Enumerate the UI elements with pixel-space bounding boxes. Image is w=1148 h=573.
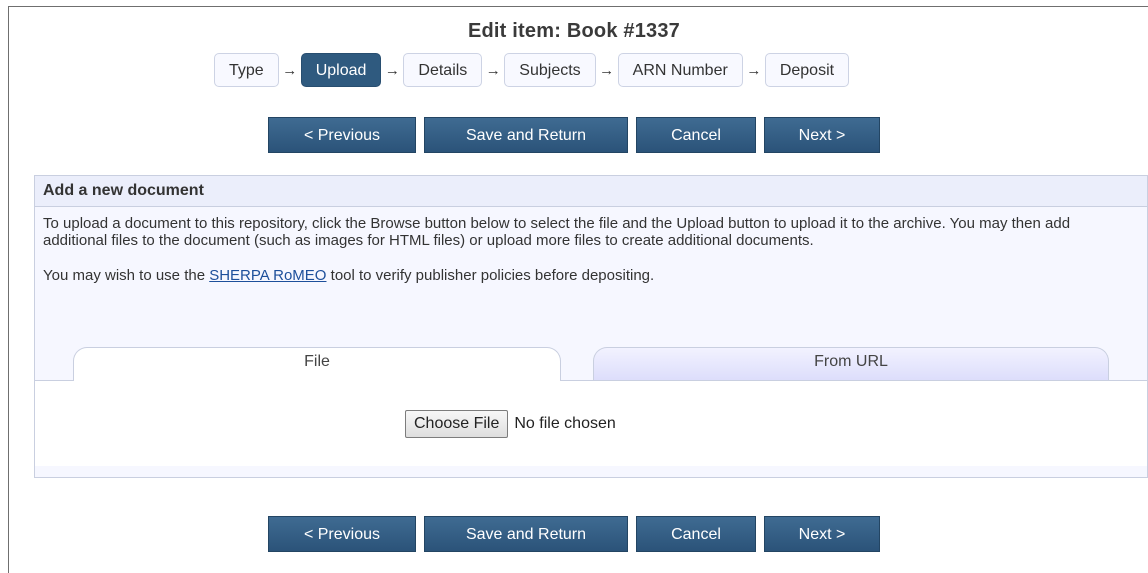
next-button[interactable]: Next >	[764, 516, 880, 552]
tab-from-url[interactable]: From URL	[593, 347, 1109, 381]
tab-file[interactable]: File	[73, 347, 561, 381]
upload-instructions: To upload a document to this repository,…	[43, 215, 1071, 249]
save-and-return-button[interactable]: Save and Return	[424, 117, 628, 153]
step-details[interactable]: Details	[403, 53, 483, 87]
arrow-icon: →	[599, 61, 615, 79]
sherpa-note: You may wish to use the SHERPA RoMEO too…	[43, 267, 1137, 284]
choose-file-button[interactable]: Choose File	[405, 410, 509, 438]
arrow-icon: →	[384, 61, 400, 79]
next-button[interactable]: Next >	[764, 117, 880, 153]
file-status: No file chosen	[514, 415, 616, 432]
step-deposit[interactable]: Deposit	[764, 53, 850, 87]
save-and-return-button[interactable]: Save and Return	[424, 516, 628, 552]
step-upload[interactable]: Upload	[300, 53, 382, 87]
upload-tabs: File From URL	[73, 347, 1109, 381]
previous-button[interactable]: < Previous	[268, 117, 416, 153]
panel-body-text: To upload a document to this repository,…	[35, 207, 1147, 284]
upload-panel: Add a new document To upload a document …	[34, 175, 1148, 478]
arrow-icon: →	[282, 61, 298, 79]
workflow-steps: Type → Upload → Details → Subjects → ARN…	[214, 52, 850, 88]
step-arn-number[interactable]: ARN Number	[617, 53, 743, 87]
cancel-button[interactable]: Cancel	[636, 516, 756, 552]
step-subjects[interactable]: Subjects	[504, 53, 596, 87]
top-button-row: < Previous Save and Return Cancel Next >	[0, 117, 1148, 153]
note-text-before: You may wish to use the	[43, 267, 210, 284]
file-input: Choose File No file chosen	[405, 410, 616, 438]
page-title: Edit item: Book #1337	[467, 20, 681, 42]
file-tab-content: Choose File No file chosen	[35, 380, 1147, 466]
bottom-button-row: < Previous Save and Return Cancel Next >	[0, 516, 1148, 552]
arrow-icon: →	[746, 61, 762, 79]
arrow-icon: →	[485, 61, 501, 79]
sherpa-romeo-link[interactable]: SHERPA RoMEO	[209, 267, 326, 284]
panel-heading: Add a new document	[35, 176, 1147, 207]
previous-button[interactable]: < Previous	[268, 516, 416, 552]
cancel-button[interactable]: Cancel	[636, 117, 756, 153]
note-text-after: tool to verify publisher policies before…	[326, 267, 655, 284]
step-type[interactable]: Type	[214, 53, 279, 87]
